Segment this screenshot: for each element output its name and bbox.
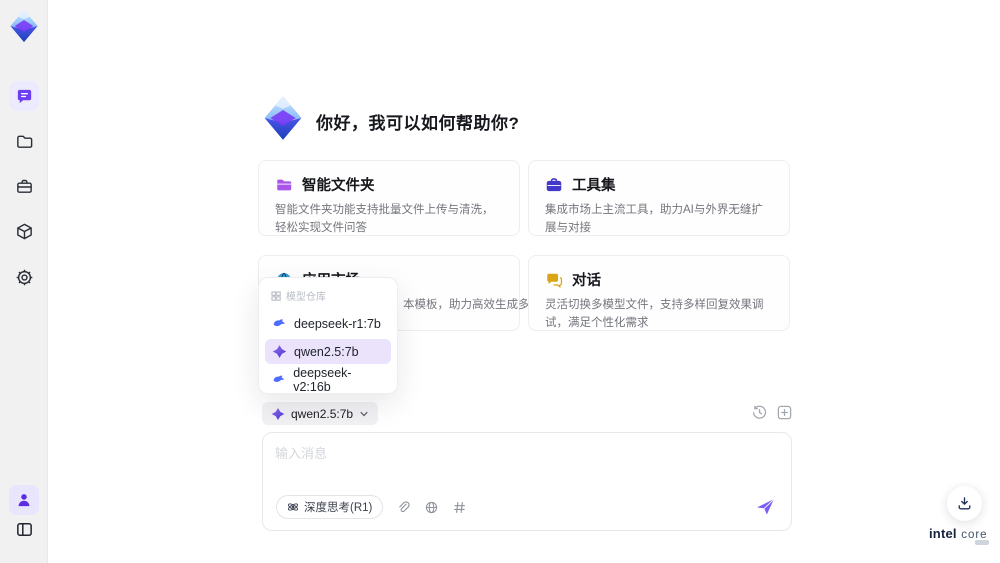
new-chat-button[interactable] <box>776 404 793 421</box>
sidebar-item-models[interactable] <box>9 216 39 246</box>
toolset-icon <box>546 177 562 191</box>
sidebar-item-panel-toggle[interactable] <box>9 514 39 544</box>
send-icon <box>757 498 775 515</box>
plus-square-icon <box>777 405 792 420</box>
card-description: 智能文件夹功能支持批量文件上传与清洗，轻松实现文件问答 <box>275 204 494 235</box>
card-description: 集成市场上主流工具，助力AI与外界无缝扩展与对接 <box>545 204 763 235</box>
intel-core-sub-badge <box>975 540 989 545</box>
sidebar-item-folders[interactable] <box>9 126 39 156</box>
send-button[interactable] <box>755 496 776 517</box>
sidebar-item-settings[interactable] <box>9 262 39 292</box>
deep-think-toggle[interactable]: 深度思考(R1) <box>276 495 384 519</box>
card-title: 对话 <box>572 273 601 289</box>
card-title: 工具集 <box>572 178 616 194</box>
download-fab[interactable] <box>947 486 982 521</box>
model-selector-button[interactable]: qwen2.5:7b <box>262 402 379 425</box>
gear-icon <box>16 269 32 285</box>
deepseek-whale-icon <box>273 375 285 382</box>
card-dialogue[interactable]: 对话 灵活切换多模型文件，支持多样回复效果调试，满足个性化需求 <box>528 255 790 331</box>
app-logo-icon <box>7 9 41 43</box>
globe-icon[interactable] <box>424 500 439 515</box>
card-smart-folder[interactable]: 智能文件夹 智能文件夹功能支持批量文件上传与清洗，轻松实现文件问答 <box>258 160 520 236</box>
model-selector-value: qwen2.5:7b <box>291 406 354 421</box>
qwen-star-icon <box>272 345 287 358</box>
model-dropdown-header-label: 模型仓库 <box>286 292 326 303</box>
greeting-title: 你好，我可以如何帮助你? <box>316 114 520 133</box>
repo-icon <box>271 290 281 301</box>
greeting-logo-icon <box>260 95 306 141</box>
folder-icon <box>16 135 32 148</box>
chat-icon <box>17 89 31 103</box>
deep-think-label: 深度思考(R1) <box>304 502 373 514</box>
dialogue-icon <box>547 273 563 288</box>
app-window: 你好，我可以如何帮助你? 智能文件夹 智能文件夹功能支持批量文件上传与清洗，轻松… <box>0 0 1000 563</box>
model-option-deepseek-r1[interactable]: deepseek-r1:7b <box>265 311 391 336</box>
sidebar <box>0 0 48 563</box>
composer: 深度思考(R1) <box>262 432 792 531</box>
sidebar-item-toolset[interactable] <box>9 171 39 201</box>
history-icon <box>752 405 767 419</box>
model-option-label: deepseek-v2:16b <box>293 365 352 394</box>
smart-folder-icon <box>277 179 292 190</box>
user-icon <box>18 494 30 507</box>
card-toolset[interactable]: 工具集 集成市场上主流工具，助力AI与外界无缝扩展与对接 <box>528 160 790 236</box>
message-input[interactable] <box>275 443 745 491</box>
composer-toolbar: 深度思考(R1) <box>276 495 467 519</box>
card-description: 灵活切换多模型文件，支持多样回复效果调试，满足个性化需求 <box>545 299 764 330</box>
model-option-label: qwen2.5:7b <box>294 344 359 359</box>
download-icon <box>958 497 971 510</box>
model-option-deepseek-v2[interactable]: deepseek-v2:16b <box>265 365 391 394</box>
hash-icon[interactable] <box>452 500 467 515</box>
chevron-down-icon <box>360 411 368 416</box>
card-title: 智能文件夹 <box>302 178 375 194</box>
qwen-star-icon <box>271 407 285 420</box>
deepthink-atom-icon <box>287 503 299 511</box>
sidebar-item-profile[interactable] <box>9 485 39 515</box>
attachment-icon[interactable] <box>396 500 411 515</box>
card-description-visible-fragment: 本模板，助力高效生成多 <box>403 299 530 311</box>
deepseek-whale-icon <box>273 319 285 327</box>
panel-toggle-icon <box>16 522 32 536</box>
briefcase-icon <box>16 179 32 193</box>
model-dropdown-header: 模型仓库 <box>265 284 391 308</box>
history-button[interactable] <box>751 404 768 421</box>
model-option-qwen[interactable]: qwen2.5:7b <box>265 339 391 364</box>
model-option-label: deepseek-r1:7b <box>294 316 381 331</box>
sidebar-item-chat[interactable] <box>9 81 39 111</box>
cube-icon <box>16 223 32 239</box>
model-dropdown: 模型仓库 deepseek-r1:7b qwen2.5:7b deepseek-… <box>258 277 398 394</box>
intel-wordmark: intel <box>929 526 957 541</box>
